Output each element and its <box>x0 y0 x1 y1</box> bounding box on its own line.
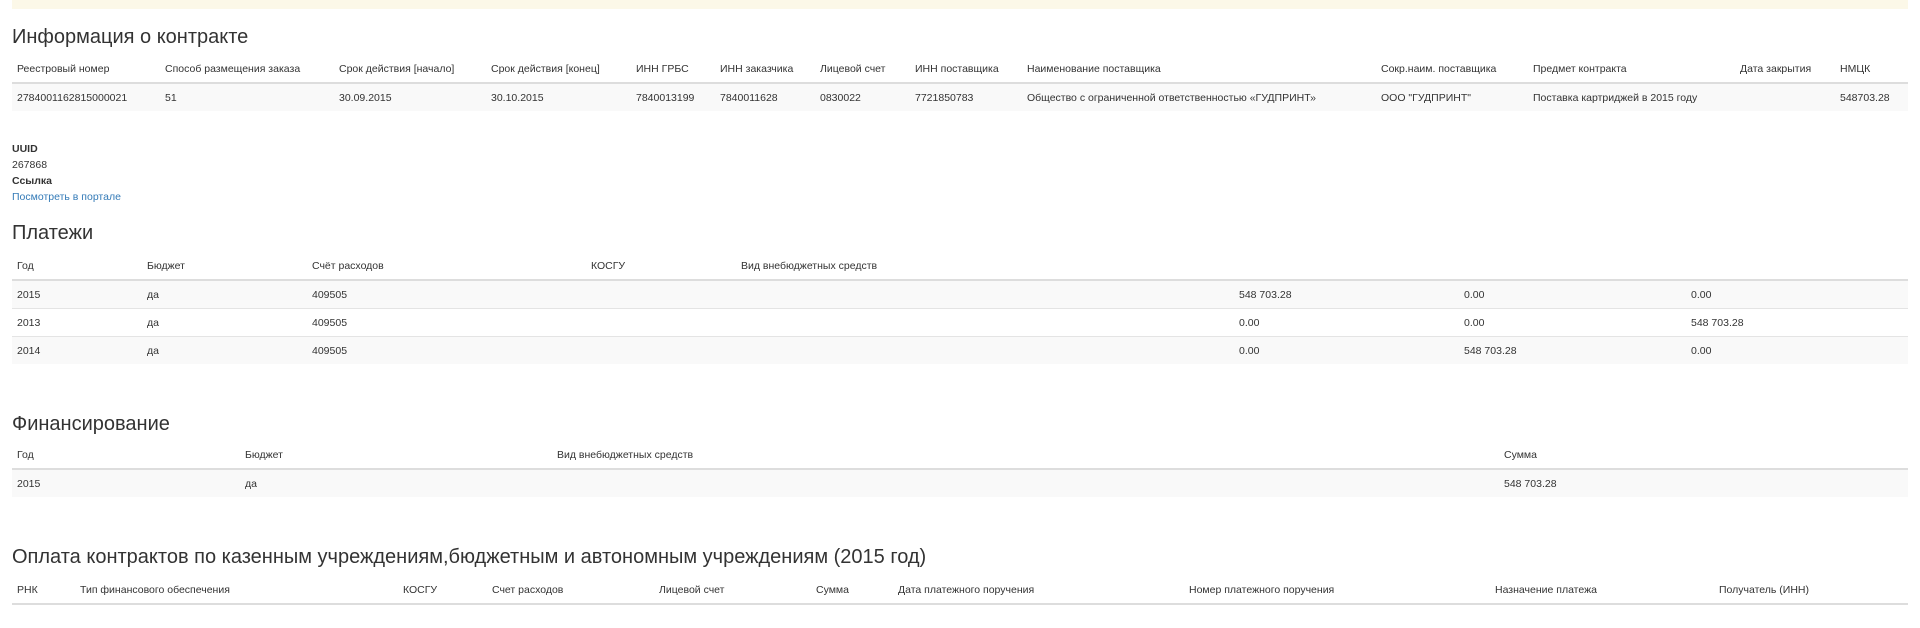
cell-amount: 0.00 <box>1459 308 1686 337</box>
cell-subject: Поставка картриджей в 2015 году <box>1528 82 1735 111</box>
cell-amount: 548 703.28 <box>1459 336 1686 364</box>
cell-year: 2015 <box>12 279 142 309</box>
column-header: Бюджет <box>240 442 552 470</box>
cell-supplier-name: Общество с ограниченной ответственностью… <box>1022 82 1376 111</box>
column-header: Лицевой счет <box>654 577 811 605</box>
column-header: Лицевой счет <box>815 56 910 84</box>
uuid-value: 267868 <box>12 159 48 171</box>
column-header: Сумма <box>811 577 893 605</box>
column-header: Вид внебюджетных средств <box>552 442 1499 470</box>
column-header: Срок действия [начало] <box>334 56 486 84</box>
column-header: Способ размещения заказа <box>160 56 334 84</box>
column-header: ИНН ГРБС <box>631 56 715 84</box>
cell-year: 2015 <box>12 468 240 497</box>
cell-budget: да <box>142 279 307 309</box>
cell-placement-method: 51 <box>160 82 334 111</box>
cell-offbudget-type <box>736 336 1234 364</box>
column-header <box>1234 253 1459 281</box>
cell-close-date <box>1735 82 1835 111</box>
cell-budget: да <box>142 336 307 364</box>
uuid-label: UUID <box>12 143 38 155</box>
cell-kosgu <box>586 336 736 364</box>
column-header: Дата закрытия <box>1735 56 1835 84</box>
cell-nmck: 548703.28 <box>1835 82 1908 111</box>
column-header: Предмет контракта <box>1528 56 1735 84</box>
view-in-portal-link[interactable]: Посмотреть в портале <box>12 191 121 203</box>
column-header: Срок действия [конец] <box>486 56 631 84</box>
column-header: Реестровый номер <box>12 56 160 84</box>
column-header: Назначение платежа <box>1490 577 1714 605</box>
table-row: 2015 да 548 703.28 <box>12 468 1908 497</box>
table-row: 2013 да 409505 0.00 0.00 548 703.28 <box>12 308 1908 337</box>
cell-inn-supplier: 7721850783 <box>910 82 1022 111</box>
table-row: 2014 да 409505 0.00 548 703.28 0.00 <box>12 336 1908 364</box>
column-header: Дата платежного поручения <box>893 577 1184 605</box>
link-label: Ссылка <box>12 175 53 187</box>
column-header <box>1686 253 1908 281</box>
cell-inn-customer: 7840011628 <box>715 82 815 111</box>
cell-amount: 548 703.28 <box>1499 468 1908 497</box>
column-header: Наименование поставщика <box>1022 56 1376 84</box>
contract-payments-title: Оплата контрактов по казенным учреждения… <box>12 546 927 568</box>
table-row: 2015 да 409505 548 703.28 0.00 0.00 <box>12 279 1908 309</box>
cell-amount: 0.00 <box>1686 336 1908 364</box>
cell-amount: 0.00 <box>1686 279 1908 309</box>
payments-title: Платежи <box>12 222 94 244</box>
notice-banner <box>12 0 1908 9</box>
cell-budget: да <box>240 468 552 497</box>
column-header: Год <box>12 253 142 281</box>
cell-amount: 548 703.28 <box>1234 279 1459 309</box>
column-header: Сумма <box>1499 442 1908 470</box>
column-header: Счёт расходов <box>307 253 586 281</box>
financing-table: Год Бюджет Вид внебюджетных средств Сумм… <box>12 442 1908 497</box>
column-header: Вид внебюджетных средств <box>736 253 1234 281</box>
cell-account: 0830022 <box>815 82 910 111</box>
cell-offbudget-type <box>736 308 1234 337</box>
column-header: Получатель (ИНН) <box>1714 577 1908 605</box>
table-row: 2784001162815000021 51 30.09.2015 30.10.… <box>12 82 1908 111</box>
column-header: Счет расходов <box>487 577 654 605</box>
cell-expense-account: 409505 <box>307 336 586 364</box>
column-header: ИНН поставщика <box>910 56 1022 84</box>
cell-registry-number: 2784001162815000021 <box>12 82 160 111</box>
cell-amount: 548 703.28 <box>1686 308 1908 337</box>
cell-amount: 0.00 <box>1234 308 1459 337</box>
cell-kosgu <box>586 279 736 309</box>
column-header: Сокр.наим. поставщика <box>1376 56 1528 84</box>
cell-year: 2013 <box>12 308 142 337</box>
column-header: РНК <box>12 577 75 605</box>
column-header: Бюджет <box>142 253 307 281</box>
cell-offbudget-type <box>552 468 1499 497</box>
cell-amount: 0.00 <box>1234 336 1459 364</box>
column-header: Тип финансового обеспечения <box>75 577 398 605</box>
contract-info-table: Реестровый номер Способ размещения заказ… <box>12 56 1908 111</box>
financing-title: Финансирование <box>12 413 170 435</box>
cell-amount: 0.00 <box>1459 279 1686 309</box>
cell-expense-account: 409505 <box>307 308 586 337</box>
table-header-row: Год Бюджет Счёт расходов КОСГУ Вид внебю… <box>12 253 1908 281</box>
table-header-row: РНК Тип финансового обеспечения КОСГУ Сч… <box>12 577 1908 605</box>
column-header: НМЦК <box>1835 56 1908 84</box>
column-header: ИНН заказчика <box>715 56 815 84</box>
cell-offbudget-type <box>736 279 1234 309</box>
cell-inn-grbs: 7840013199 <box>631 82 715 111</box>
contract-payments-table: РНК Тип финансового обеспечения КОСГУ Сч… <box>12 577 1908 605</box>
cell-expense-account: 409505 <box>307 279 586 309</box>
column-header: Год <box>12 442 240 470</box>
cell-start-date: 30.09.2015 <box>334 82 486 111</box>
payments-table: Год Бюджет Счёт расходов КОСГУ Вид внебю… <box>12 253 1908 364</box>
table-header-row: Реестровый номер Способ размещения заказ… <box>12 56 1908 84</box>
cell-end-date: 30.10.2015 <box>486 82 631 111</box>
contract-info-title: Информация о контракте <box>12 26 249 48</box>
column-header: КОСГУ <box>586 253 736 281</box>
cell-year: 2014 <box>12 336 142 364</box>
column-header: Номер платежного поручения <box>1184 577 1490 605</box>
cell-budget: да <box>142 308 307 337</box>
table-header-row: Год Бюджет Вид внебюджетных средств Сумм… <box>12 442 1908 470</box>
cell-supplier-short: ООО "ГУДПРИНТ" <box>1376 82 1528 111</box>
cell-kosgu <box>586 308 736 337</box>
column-header <box>1459 253 1686 281</box>
contract-meta: UUID 267868 Ссылка Посмотреть в портале <box>12 141 121 205</box>
column-header: КОСГУ <box>398 577 487 605</box>
